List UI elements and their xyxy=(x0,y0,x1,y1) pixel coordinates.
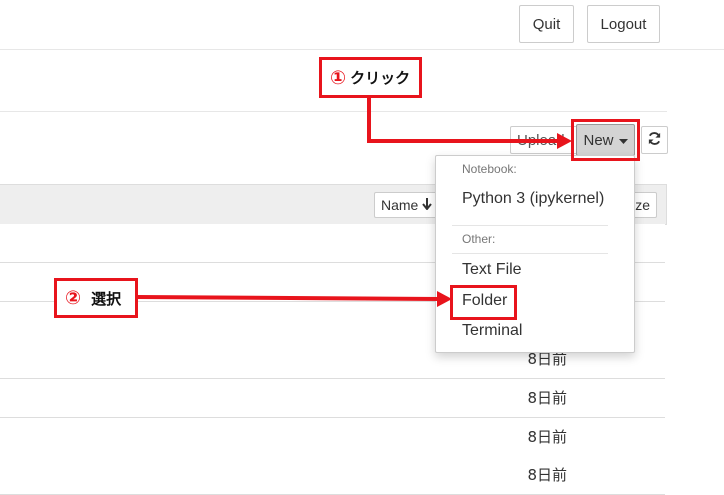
new-button-highlight xyxy=(571,119,640,161)
menu-item-text-file[interactable]: Text File xyxy=(462,261,522,279)
section-divider xyxy=(0,111,667,112)
logout-button[interactable]: Logout xyxy=(587,5,660,43)
table-row[interactable]: 8日前 xyxy=(0,456,665,495)
upload-label: Upload xyxy=(517,131,565,149)
refresh-button[interactable] xyxy=(641,126,668,154)
other-section-header: Other: xyxy=(462,232,496,246)
upload-button[interactable]: Upload xyxy=(510,126,580,154)
arrow-down-icon xyxy=(422,197,433,213)
modified-time: 8日前 xyxy=(527,389,567,407)
table-row[interactable]: 8日前 xyxy=(0,418,665,457)
table-row[interactable]: 8日前 xyxy=(0,379,665,418)
sort-by-name-button[interactable]: Name xyxy=(374,192,444,218)
refresh-icon xyxy=(647,131,662,150)
notebook-section-header: Notebook: xyxy=(462,162,517,176)
step2-callout: ② 選択 xyxy=(54,278,138,318)
header-divider xyxy=(0,49,724,50)
step1-number: ① xyxy=(330,66,347,89)
step2-number: ② xyxy=(65,287,82,309)
new-dropdown-menu: Notebook: Python 3 (ipykernel) Other: Te… xyxy=(435,155,635,353)
name-column-label: Name xyxy=(381,197,419,213)
quit-button[interactable]: Quit xyxy=(519,5,574,43)
step1-callout: ① クリック xyxy=(319,57,422,98)
modified-time: 8日前 xyxy=(527,466,567,484)
menu-item-terminal[interactable]: Terminal xyxy=(462,322,522,340)
menu-divider xyxy=(452,225,608,226)
menu-divider xyxy=(452,253,608,254)
step2-text: 選択 xyxy=(91,289,122,308)
modified-time: 8日前 xyxy=(527,428,567,446)
step1-text: クリック xyxy=(350,69,411,87)
menu-item-python3[interactable]: Python 3 (ipykernel) xyxy=(462,190,604,208)
folder-item-highlight xyxy=(450,285,517,320)
